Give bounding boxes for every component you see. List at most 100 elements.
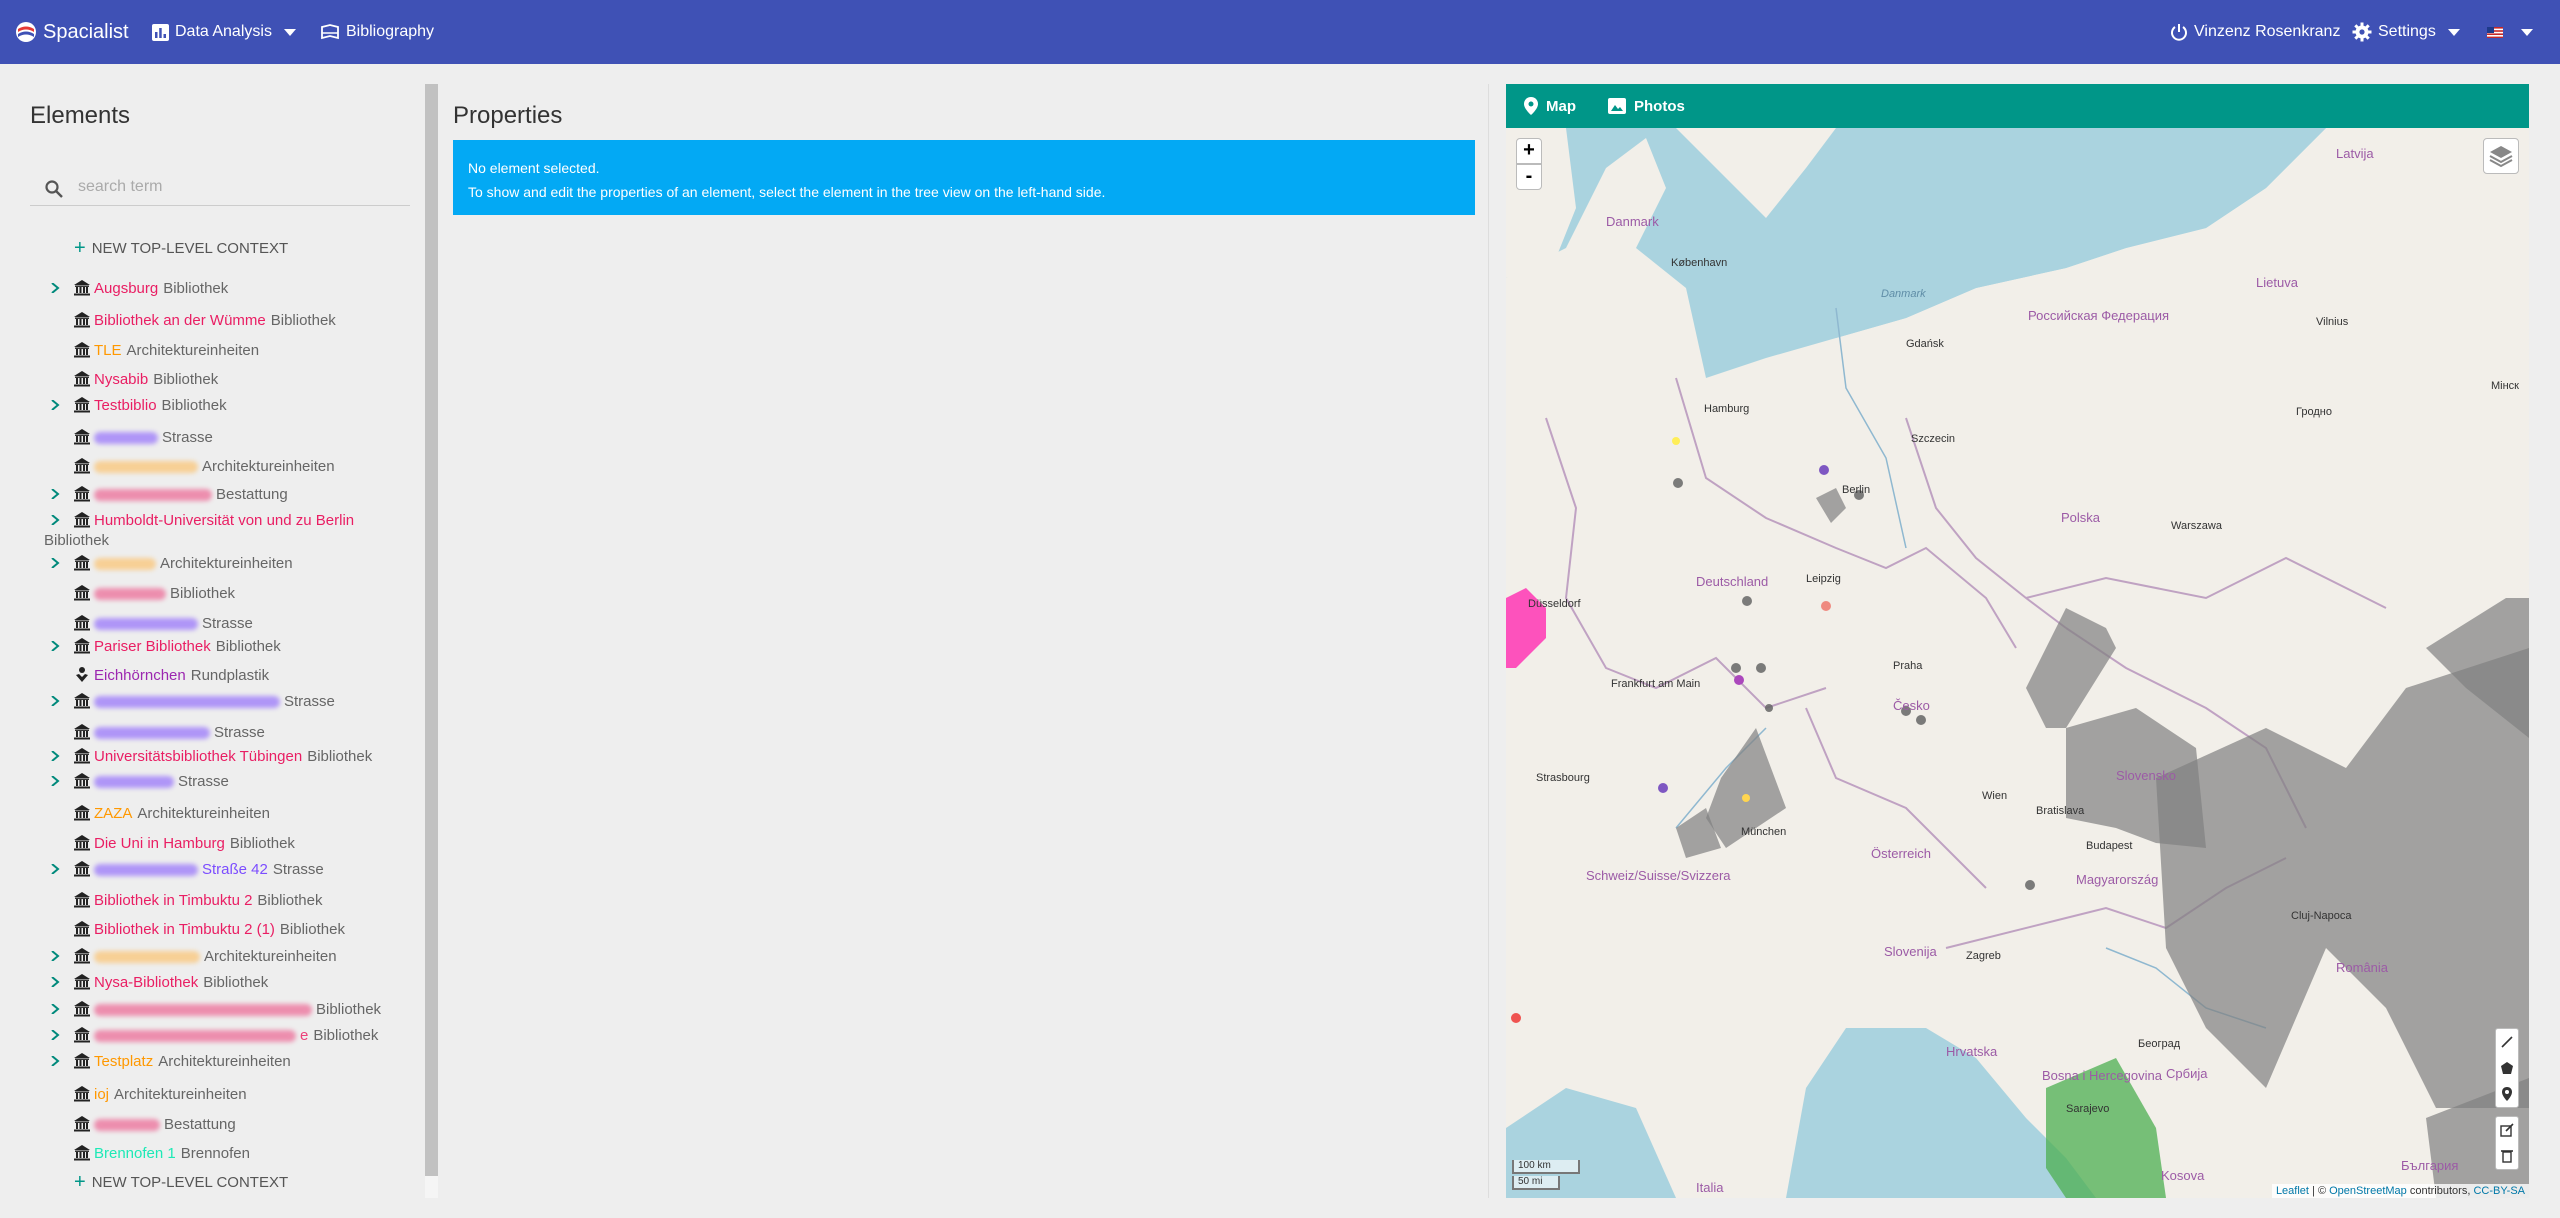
map-label-kosova: Kosova [2161, 1168, 2205, 1183]
chevron-right-icon[interactable] [50, 641, 60, 651]
redacted-name [94, 951, 200, 964]
zoom-in-button[interactable]: + [1516, 138, 1542, 164]
settings-menu[interactable]: Settings [2352, 0, 2460, 64]
tree-item-label: Bibliothek [94, 584, 235, 604]
chevron-right-icon[interactable] [50, 864, 60, 874]
new-top-level-context-button[interactable]: + NEW TOP-LEVEL CONTEXT [74, 238, 288, 258]
map-label-rossiya: Российская Федерация [2028, 308, 2170, 323]
map-label-strasbourg: Strasbourg [1536, 772, 1590, 784]
map-label-vilnius: Vilnius [2316, 316, 2349, 328]
book-icon [321, 24, 339, 40]
search-input[interactable] [78, 172, 408, 202]
chevron-right-icon[interactable] [50, 558, 60, 568]
museum-icon [74, 512, 90, 528]
tree-item-label: Bibliothek in Timbuktu 2 Bibliothek [94, 891, 322, 911]
museum-icon [74, 1145, 90, 1161]
tree-item-label: Die Uni in Hamburg Bibliothek [94, 834, 295, 854]
map-label-leipzig: Leipzig [1806, 573, 1841, 585]
attribution-contributors: contributors, [2409, 1185, 2471, 1197]
chevron-right-icon[interactable] [50, 977, 60, 987]
chevron-right-icon[interactable] [50, 489, 60, 499]
attribution-license-link[interactable]: CC-BY-SA [2473, 1185, 2525, 1197]
tree-item-label: Architektureinheiten [94, 554, 293, 574]
chevron-right-icon[interactable] [50, 751, 60, 761]
caret-down-icon [2447, 28, 2460, 36]
museum-icon [74, 638, 90, 654]
chevron-right-icon[interactable] [50, 1056, 60, 1066]
scroll-thumb[interactable] [425, 84, 438, 1176]
tab-map[interactable]: Map [1524, 97, 1576, 115]
gear-icon [2352, 22, 2372, 42]
tree-item-type: Strasse [202, 615, 253, 632]
language-menu[interactable] [2487, 0, 2533, 64]
tree-item-name: Eichhörnchen [94, 667, 186, 684]
properties-title: Properties [453, 102, 563, 129]
map-label-osterreich: Österreich [1871, 846, 1931, 861]
chevron-right-icon[interactable] [50, 1004, 60, 1014]
tree-item-label: TLE Architektureinheiten [94, 341, 259, 361]
museum-icon [74, 974, 90, 990]
chevron-right-icon[interactable] [50, 951, 60, 961]
map-label-magyarorszag: Magyarország [2076, 872, 2159, 887]
map-label-praha: Praha [1893, 660, 1923, 672]
tree-item-label: e Bibliothek [94, 1026, 378, 1046]
tree-item-name: ioj [94, 1086, 110, 1103]
museum-icon [74, 397, 90, 413]
tree-item-name: Humboldt-Universität von und zu Berlin [94, 512, 355, 529]
delete-layers-button[interactable] [2496, 1143, 2518, 1169]
redacted-name [94, 1119, 160, 1132]
user-menu[interactable]: Vinzenz Rosenkranz [2170, 0, 2340, 64]
tree-item-label: Straße 42 Strasse [94, 860, 324, 880]
museum-icon [74, 773, 90, 789]
tree-item-type: Architektureinheiten [126, 342, 260, 359]
tree-item-type: Architektureinheiten [158, 1053, 291, 1070]
draw-marker-button[interactable] [2496, 1081, 2518, 1107]
layers-button[interactable] [2483, 138, 2519, 174]
tree-item-name: TLE [94, 342, 122, 359]
tree-item-label: Strasse [94, 772, 229, 792]
map-label-kobenhavn: København [1671, 257, 1728, 269]
tree-scrollbar[interactable] [425, 84, 438, 1198]
tree-item-type: Brennofen [180, 1145, 250, 1162]
museum-icon [74, 615, 90, 631]
tree-item-type: Bibliothek [307, 748, 373, 765]
plus-icon: + [74, 237, 86, 259]
chevron-right-icon[interactable] [50, 515, 60, 525]
map-label-bulgaria: България [2401, 1158, 2459, 1173]
chevron-right-icon[interactable] [50, 1030, 60, 1040]
draw-polyline-button[interactable] [2496, 1029, 2518, 1055]
map-label-sarajevo: Sarajevo [2066, 1103, 2110, 1115]
tree-item-label: Strasse [94, 614, 253, 634]
redacted-name [94, 864, 198, 877]
chevron-right-icon[interactable] [50, 696, 60, 706]
zoom-out-button[interactable]: - [1516, 164, 1542, 190]
tree-item-label: Bibliothek in Timbuktu 2 (1) Bibliothek [94, 920, 345, 940]
new-top-level-context-button-bottom[interactable]: + NEW TOP-LEVEL CONTEXT [74, 1172, 288, 1192]
tree-item-type: Bibliothek [153, 371, 219, 388]
tree-item-label: Testplatz Architektureinheiten [94, 1052, 291, 1072]
edit-toolbar [2495, 1116, 2519, 1170]
museum-icon [74, 748, 90, 764]
edit-layers-button[interactable] [2496, 1117, 2518, 1143]
draw-polygon-button[interactable] [2496, 1055, 2518, 1081]
map-label-munchen: München [1741, 826, 1787, 838]
data-analysis-menu[interactable]: Data Analysis [152, 0, 296, 64]
tree-item-type: Bestattung [216, 486, 288, 503]
panel-divider[interactable] [1488, 84, 1489, 1198]
attribution-leaflet-link[interactable]: Leaflet [2276, 1185, 2309, 1197]
chevron-right-icon[interactable] [50, 283, 60, 293]
map-canvas[interactable]: Danmark København Danmark Gdańsk Российс… [1506, 128, 2529, 1198]
museum-icon [74, 555, 90, 571]
chevron-right-icon[interactable] [50, 776, 60, 786]
image-icon [1608, 98, 1626, 114]
tree-item-label: Bestattung [94, 485, 288, 505]
attribution-osm-link[interactable]: OpenStreetMap [2329, 1185, 2407, 1197]
tree-item-name: Augsburg [94, 280, 159, 297]
chevron-right-icon[interactable] [50, 400, 60, 410]
tab-photos[interactable]: Photos [1608, 98, 1685, 115]
brand-link[interactable]: Spacialist [15, 0, 129, 64]
tree-item-label: Brennofen 1 Brennofen [94, 1144, 250, 1164]
bibliography-link[interactable]: Bibliography [320, 0, 434, 64]
tree-item-label: Bibliothek [94, 1000, 381, 1020]
tree-item-name: e [300, 1027, 309, 1044]
